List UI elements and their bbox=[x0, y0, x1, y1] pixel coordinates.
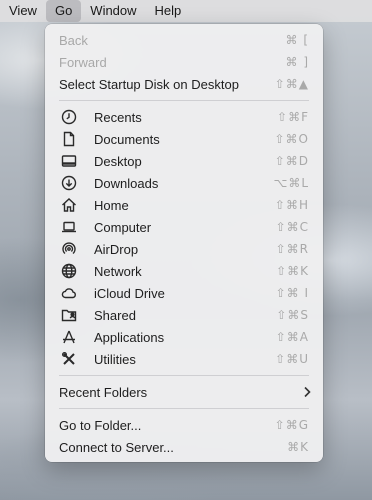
menu-item-shared[interactable]: Shared ⇧⌘S bbox=[51, 304, 317, 326]
menu-item-label: Back bbox=[59, 32, 88, 48]
menu-item-recents[interactable]: Recents ⇧⌘F bbox=[51, 106, 317, 128]
menu-item-label: Recents bbox=[94, 109, 142, 125]
menu-item-label: Forward bbox=[59, 54, 107, 70]
menu-item-label: Computer bbox=[94, 219, 152, 235]
menu-item-label: Recent Folders bbox=[59, 384, 148, 400]
tools-icon bbox=[59, 349, 79, 369]
menu-item-home[interactable]: Home ⇧⌘H bbox=[51, 194, 317, 216]
menu-item-forward[interactable]: Forward ⌘ ] bbox=[51, 51, 317, 73]
menu-item-shortcut: ⌘ ] bbox=[285, 55, 309, 69]
menu-item-computer[interactable]: Computer ⇧⌘C bbox=[51, 216, 317, 238]
menu-item-shortcut: ⇧⌘R bbox=[275, 242, 309, 256]
menu-item-label: Select Startup Disk on Desktop bbox=[59, 76, 239, 92]
menu-item-shortcut: ⇧⌘F bbox=[277, 110, 309, 124]
shared-folder-icon bbox=[59, 305, 79, 325]
menu-item-icloud-drive[interactable]: iCloud Drive ⇧⌘ I bbox=[51, 282, 317, 304]
menu-item-label: Desktop bbox=[94, 153, 142, 169]
menu-item-label: Applications bbox=[94, 329, 165, 345]
airdrop-icon bbox=[59, 239, 79, 259]
menu-item-label: Home bbox=[94, 197, 129, 213]
menu-item-shortcut: ⇧⌘▲ bbox=[274, 77, 309, 91]
menu-item-label: Shared bbox=[94, 307, 136, 323]
go-menu: Back ⌘ [ Forward ⌘ ] Select Startup Disk… bbox=[45, 24, 323, 462]
menu-item-utilities[interactable]: Utilities ⇧⌘U bbox=[51, 348, 317, 370]
menu-separator bbox=[59, 100, 309, 101]
menu-item-shortcut: ⇧⌘ I bbox=[275, 286, 309, 300]
menubar-view[interactable]: View bbox=[0, 0, 46, 22]
menu-item-go-to-folder[interactable]: Go to Folder... ⇧⌘G bbox=[51, 414, 317, 436]
menu-item-shortcut: ⇧⌘C bbox=[275, 220, 309, 234]
menu-item-shortcut: ⇧⌘D bbox=[274, 154, 309, 168]
menu-item-downloads[interactable]: Downloads ⌥⌘L bbox=[51, 172, 317, 194]
menu-item-label: Documents bbox=[94, 131, 160, 147]
menu-item-shortcut: ⇧⌘O bbox=[274, 132, 309, 146]
menu-item-select-startup-disk[interactable]: Select Startup Disk on Desktop ⇧⌘▲ bbox=[51, 73, 317, 95]
laptop-icon bbox=[59, 217, 79, 237]
menu-item-applications[interactable]: Applications ⇧⌘A bbox=[51, 326, 317, 348]
document-icon bbox=[59, 129, 79, 149]
menu-item-shortcut: ⌘ [ bbox=[285, 33, 309, 47]
menu-separator bbox=[59, 375, 309, 376]
menu-item-shortcut: ⇧⌘G bbox=[274, 418, 309, 432]
download-icon bbox=[59, 173, 79, 193]
menubar-go[interactable]: Go bbox=[45, 0, 82, 22]
clock-icon bbox=[59, 107, 79, 127]
menu-item-label: Go to Folder... bbox=[59, 417, 142, 433]
globe-icon bbox=[59, 261, 79, 281]
menu-item-shortcut: ⇧⌘H bbox=[274, 198, 309, 212]
menu-item-network[interactable]: Network ⇧⌘K bbox=[51, 260, 317, 282]
menu-item-label: Connect to Server... bbox=[59, 439, 174, 455]
menu-item-label: iCloud Drive bbox=[94, 285, 165, 301]
menu-item-shortcut: ⇧⌘U bbox=[275, 352, 309, 366]
menu-item-back[interactable]: Back ⌘ [ bbox=[51, 29, 317, 51]
menu-item-documents[interactable]: Documents ⇧⌘O bbox=[51, 128, 317, 150]
menu-item-shortcut: ⇧⌘K bbox=[276, 264, 309, 278]
menubar-help[interactable]: Help bbox=[146, 0, 191, 22]
desktop-icon bbox=[59, 151, 79, 171]
menu-bar: View Go Window Help bbox=[0, 0, 372, 22]
menu-item-shortcut: ⇧⌘A bbox=[275, 330, 309, 344]
menu-item-label: Network bbox=[94, 263, 142, 279]
menu-item-shortcut: ⌘K bbox=[287, 440, 309, 454]
menu-item-label: Utilities bbox=[94, 351, 136, 367]
menu-item-label: Downloads bbox=[94, 175, 159, 191]
menu-separator bbox=[59, 408, 309, 409]
chevron-right-icon bbox=[291, 386, 317, 398]
menu-item-shortcut: ⇧⌘S bbox=[276, 308, 309, 322]
menu-item-label: AirDrop bbox=[94, 241, 139, 257]
menubar-window[interactable]: Window bbox=[81, 0, 145, 22]
menu-item-desktop[interactable]: Desktop ⇧⌘D bbox=[51, 150, 317, 172]
home-icon bbox=[59, 195, 79, 215]
menu-item-recent-folders[interactable]: Recent Folders bbox=[51, 381, 317, 403]
menu-item-shortcut: ⌥⌘L bbox=[273, 176, 309, 190]
menu-item-connect-to-server[interactable]: Connect to Server... ⌘K bbox=[51, 436, 317, 458]
applications-icon bbox=[59, 327, 79, 347]
menu-item-airdrop[interactable]: AirDrop ⇧⌘R bbox=[51, 238, 317, 260]
cloud-icon bbox=[59, 283, 79, 303]
